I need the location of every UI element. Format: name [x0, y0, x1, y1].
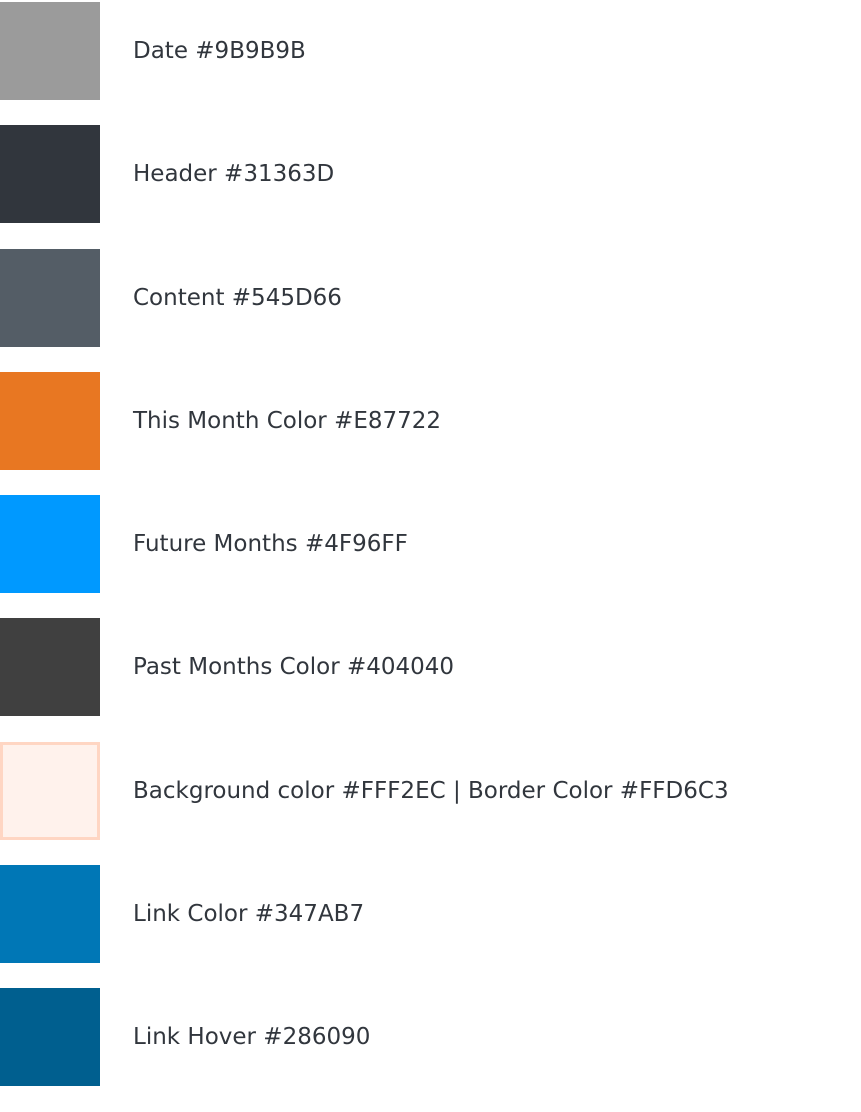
- color-swatch-this-month: [0, 371, 100, 470]
- swatch-label-content: Content #545D66: [133, 284, 342, 311]
- swatch-label-future-months: Future Months #4F96FF: [133, 531, 408, 558]
- swatch-label-this-month: This Month Color #E87722: [133, 407, 442, 434]
- swatch-row-future-months: Future Months #4F96FF: [0, 495, 861, 594]
- color-swatch-past-months: [0, 618, 100, 717]
- swatch-row-header: Header #31363D: [0, 125, 861, 224]
- swatch-label-link: Link Color #347AB7: [133, 901, 365, 928]
- swatch-label-background: Background color #FFF2EC | Border Color …: [133, 777, 729, 804]
- color-palette: Date #9B9B9B Header #31363D Content #545…: [0, 2, 861, 1112]
- swatch-label-link-hover: Link Hover #286090: [133, 1024, 371, 1051]
- swatch-row-date: Date #9B9B9B: [0, 2, 861, 100]
- swatch-row-background: Background color #FFF2EC | Border Color …: [0, 741, 861, 840]
- color-swatch-content: [0, 248, 100, 347]
- color-swatch-header: [0, 125, 100, 224]
- color-swatch-background: [0, 741, 100, 840]
- swatch-row-link: Link Color #347AB7: [0, 865, 861, 964]
- swatch-label-date: Date #9B9B9B: [133, 38, 306, 64]
- swatch-row-past-months: Past Months Color #404040: [0, 618, 861, 717]
- swatch-row-link-hover: Link Hover #286090: [0, 988, 861, 1087]
- color-swatch-date: [0, 2, 100, 100]
- color-swatch-future-months: [0, 495, 100, 594]
- swatch-label-header: Header #31363D: [133, 161, 335, 188]
- swatch-label-past-months: Past Months Color #404040: [133, 654, 455, 681]
- color-swatch-link: [0, 865, 100, 964]
- color-swatch-link-hover: [0, 988, 100, 1087]
- swatch-row-this-month: This Month Color #E87722: [0, 371, 861, 470]
- swatch-row-content: Content #545D66: [0, 248, 861, 347]
